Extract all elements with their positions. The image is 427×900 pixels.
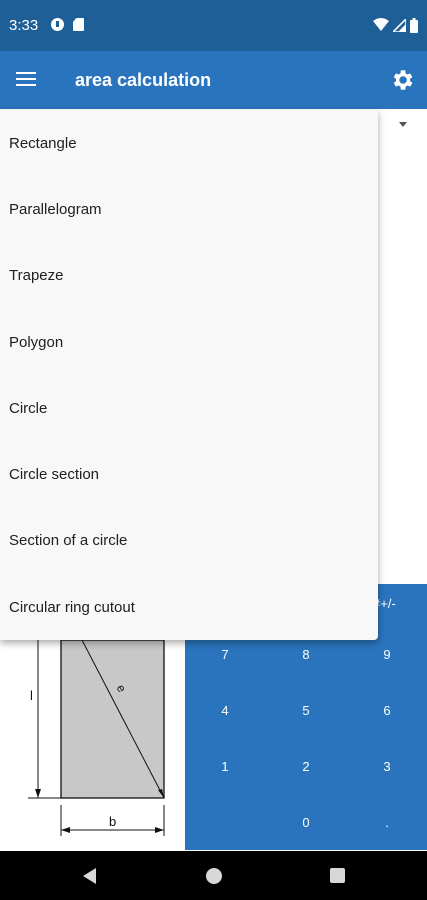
key-decimal[interactable]: . [357, 803, 417, 843]
menu-item-circle-section[interactable]: Circle section [0, 441, 378, 507]
key-9[interactable]: 9 [357, 635, 417, 675]
status-indicators [373, 17, 418, 33]
key-4[interactable]: 4 [195, 691, 255, 731]
key-5[interactable]: 5 [276, 691, 336, 731]
back-icon[interactable] [83, 868, 96, 884]
menu-item-circular-ring-cutout[interactable]: Circular ring cutout [0, 574, 378, 640]
key-empty[interactable] [195, 803, 255, 843]
menu-item-rectangle[interactable]: Rectangle [0, 110, 378, 176]
battery-icon [410, 17, 418, 33]
rectangle-diagram: l b e [0, 640, 185, 851]
home-icon[interactable] [206, 868, 222, 884]
label-l: l [30, 688, 33, 703]
gear-icon[interactable] [389, 67, 415, 93]
key-0[interactable]: 0 [276, 803, 336, 843]
menu-item-polygon[interactable]: Polygon [0, 309, 378, 375]
recents-icon[interactable] [330, 868, 345, 883]
menu-item-trapeze[interactable]: Trapeze [0, 243, 378, 309]
page-title: area calculation [75, 70, 212, 90]
menu-item-section-of-a-circle[interactable]: Section of a circle [0, 508, 378, 574]
status-bar: 3:33 [0, 0, 427, 51]
key-6[interactable]: 6 [357, 691, 417, 731]
key-8[interactable]: 8 [276, 635, 336, 675]
sim-card-icon [73, 18, 84, 31]
menu-item-parallelogram[interactable]: Parallelogram [0, 176, 378, 242]
shape-dropdown-menu: Rectangle Parallelogram Trapeze Polygon … [0, 110, 378, 640]
wifi-icon [373, 18, 389, 31]
menu-item-circle[interactable]: Circle [0, 375, 378, 441]
key-1[interactable]: 1 [195, 747, 255, 787]
notification-icon [51, 18, 64, 31]
label-b: b [109, 814, 116, 829]
key-2[interactable]: 2 [276, 747, 336, 787]
system-nav-bar [0, 851, 427, 900]
signal-icon [393, 18, 406, 32]
status-time: 3:33 [9, 17, 39, 34]
chevron-down-icon[interactable] [399, 122, 407, 127]
key-7[interactable]: 7 [195, 635, 255, 675]
key-3[interactable]: 3 [357, 747, 417, 787]
hamburger-menu-icon[interactable] [14, 67, 44, 95]
app-bar: area calculation [0, 51, 427, 109]
